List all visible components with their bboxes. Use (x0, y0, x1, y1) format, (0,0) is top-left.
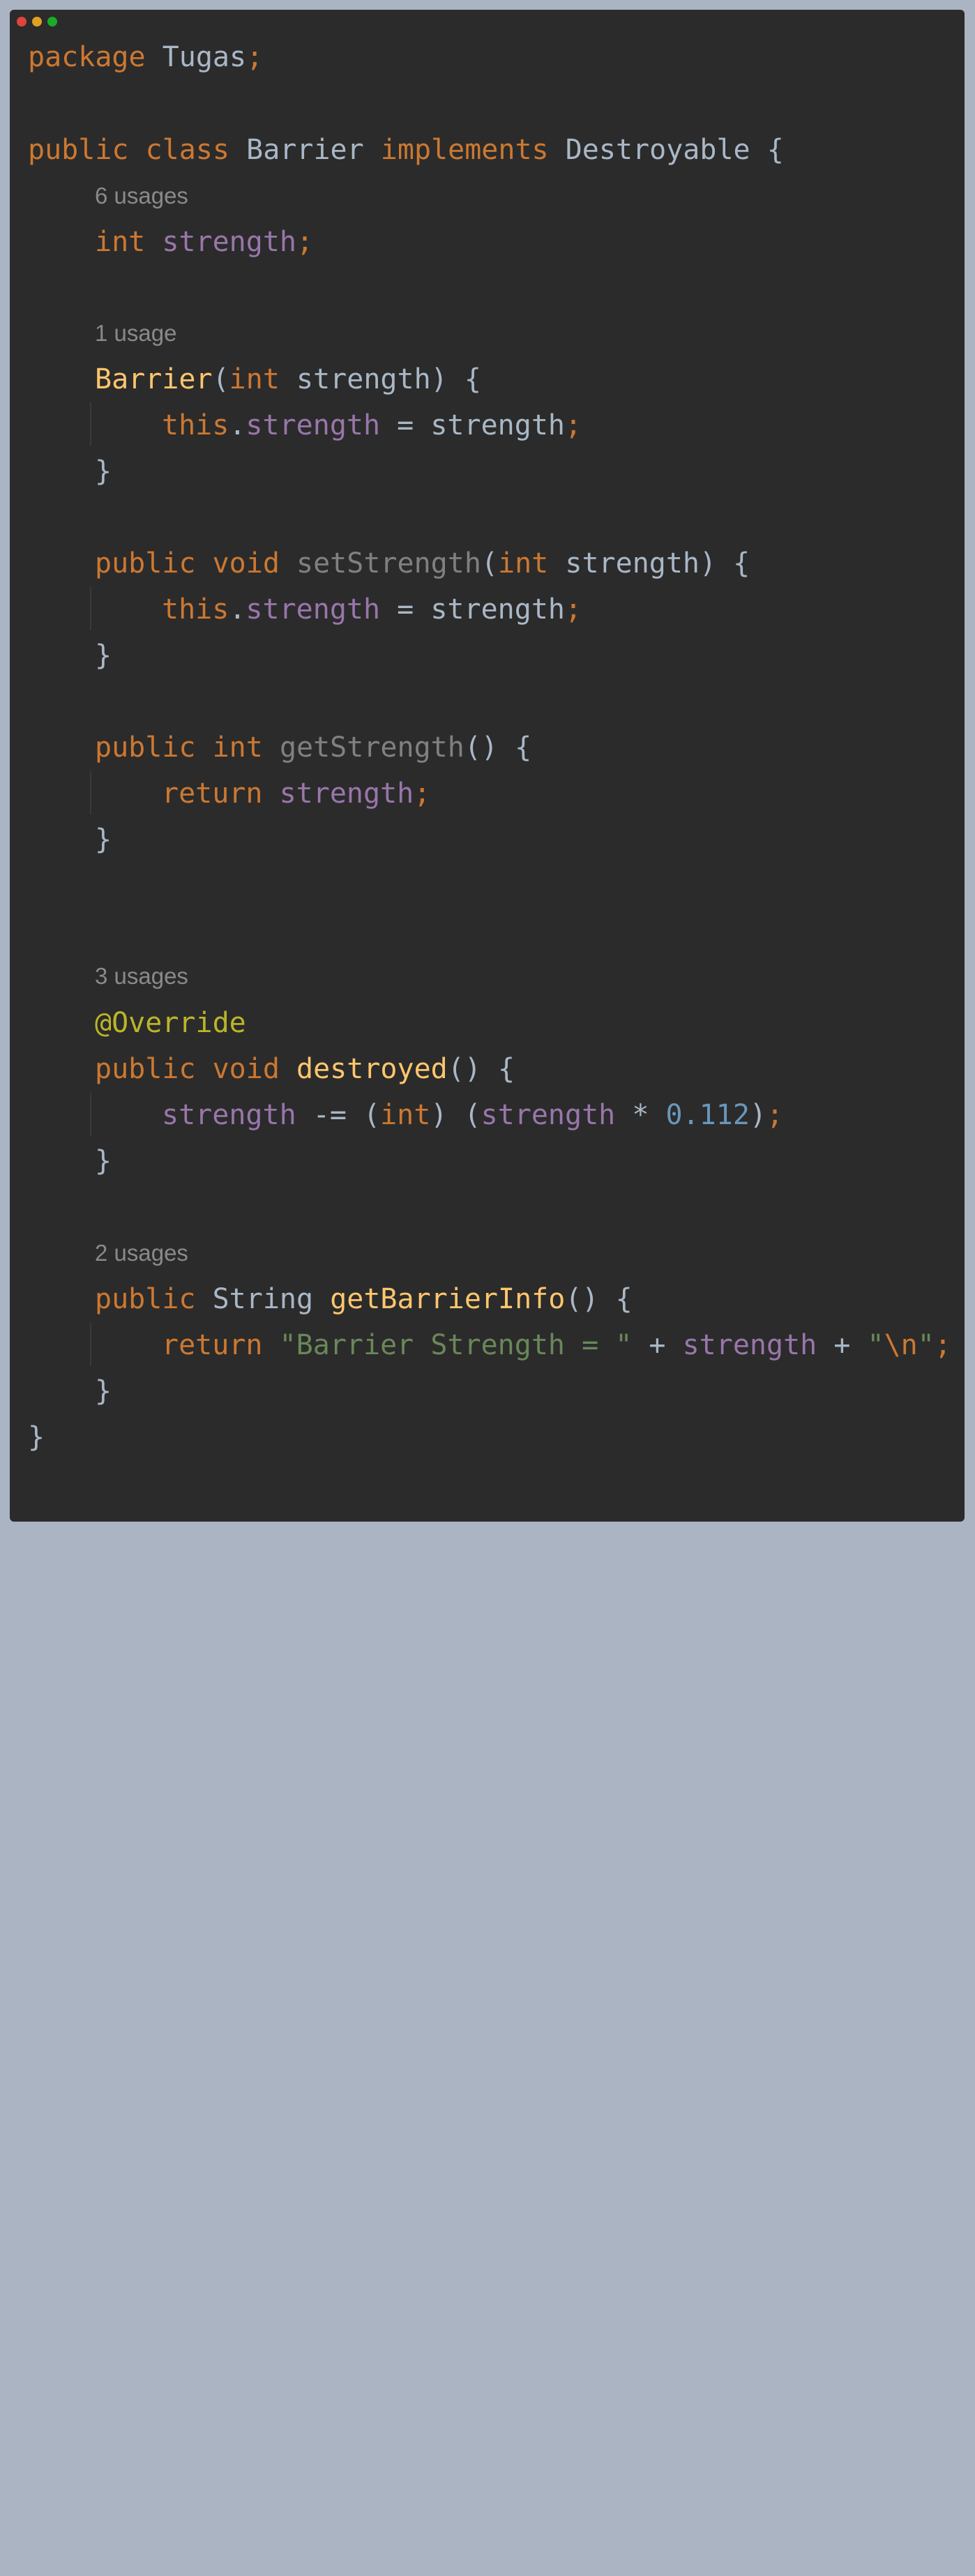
code-line-close-brace: } (95, 455, 112, 487)
code-line-constructor: Barrier(int strength) { (95, 363, 481, 395)
code-line-decrement: strength -= (int) (strength * 0.112); (162, 1099, 784, 1131)
code-line-close-brace: } (95, 1375, 112, 1407)
indent-guide (90, 1323, 91, 1366)
code-line-field: int strength; (95, 226, 314, 258)
usage-hint[interactable]: 3 usages (95, 962, 188, 990)
code-line-get-info: public String getBarrierInfo() { (95, 1283, 633, 1315)
code-line-assign: this.strength = strength; (162, 593, 582, 626)
usage-hint[interactable]: 1 usage (95, 319, 176, 347)
usage-hint[interactable]: 2 usages (95, 1239, 188, 1267)
code-editor[interactable]: package Tugas; public class Barrier impl… (10, 10, 965, 2576)
indent-guide (90, 771, 91, 815)
code-line-annotation: @Override (95, 1007, 246, 1039)
code-line-class-decl: public class Barrier implements Destroya… (28, 134, 784, 166)
indent-guide (90, 402, 91, 446)
code-line-set-strength: public void setStrength(int strength) { (95, 547, 750, 579)
code-line-destroyed: public void destroyed() { (95, 1053, 515, 1085)
code-line-close-brace: } (95, 824, 112, 856)
code-line-close-brace: } (95, 639, 112, 672)
code-line-return-info: return "Barrier Strength = " + strength … (162, 1329, 951, 1361)
indent-guide (90, 1093, 91, 1136)
code-window: package Tugas; public class Barrier impl… (10, 10, 965, 1522)
usage-hint[interactable]: 6 usages (95, 182, 188, 210)
code-line-class-close: } (28, 1421, 45, 1453)
code-line-close-brace: } (95, 1145, 112, 1177)
code-line-get-strength: public int getStrength() { (95, 732, 532, 764)
code-line-package: package Tugas; (28, 41, 264, 73)
code-line-return: return strength; (162, 778, 431, 810)
indent-guide (90, 587, 91, 630)
code-line-assign: this.strength = strength; (162, 409, 582, 441)
